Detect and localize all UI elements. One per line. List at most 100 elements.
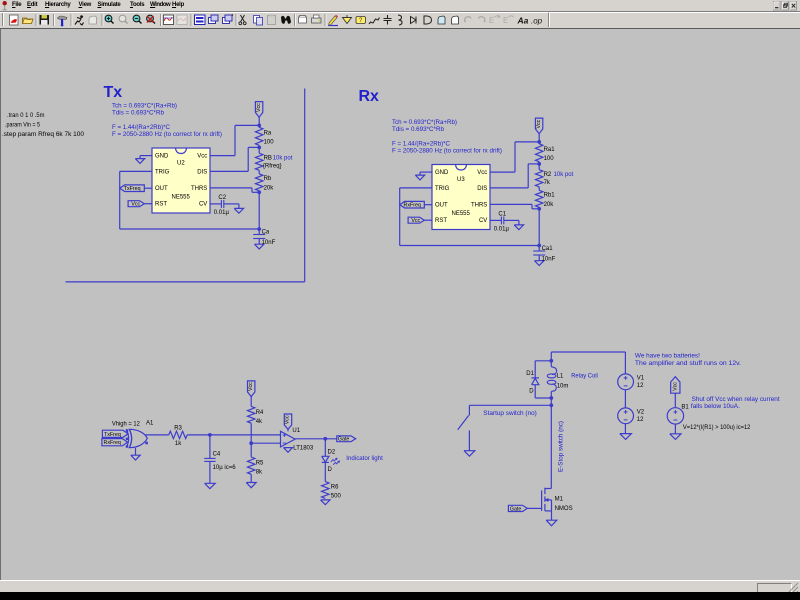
svg-text:U2: U2 (177, 161, 185, 167)
svg-text:Tch = 0.693*C*(Ra+Rb): Tch = 0.693*C*(Ra+Rb) (112, 104, 177, 110)
svg-text:R4: R4 (256, 410, 264, 416)
svg-text:20k: 20k (544, 202, 555, 208)
svg-text:R6: R6 (331, 484, 339, 490)
svg-text:Vcc: Vcc (248, 382, 254, 391)
svg-text:F = 1.44/(Ra+2Rb)*C: F = 1.44/(Ra+2Rb)*C (112, 125, 171, 131)
svg-text:Vcc: Vcc (285, 415, 291, 424)
svg-text:7k: 7k (544, 180, 551, 186)
svg-text:We have two batteries!: We have two batteries! (635, 354, 700, 360)
svg-text:0.01µ: 0.01µ (214, 210, 230, 216)
svg-text:C2: C2 (218, 195, 226, 201)
svg-text:R2: R2 (544, 172, 552, 178)
svg-text:CV: CV (199, 202, 207, 208)
svg-text:100: 100 (544, 156, 555, 162)
svg-text:L1: L1 (557, 374, 564, 380)
svg-text:Ca1: Ca1 (542, 246, 554, 252)
svg-text:GND: GND (435, 170, 449, 176)
svg-text:Gate: Gate (510, 506, 522, 512)
svg-text:.step param Rfreq 6k 7k 100: .step param Rfreq 6k 7k 100 (2, 131, 85, 138)
svg-text:.param Vin = 5: .param Vin = 5 (5, 122, 40, 129)
svg-text:Ra: Ra (264, 130, 272, 136)
svg-text:TRIG: TRIG (435, 186, 450, 192)
svg-text:RST: RST (435, 218, 447, 224)
svg-text:E: E (503, 16, 508, 25)
svg-text:Relay Coil: Relay Coil (571, 374, 598, 380)
svg-text:Vhigh = 12: Vhigh = 12 (112, 421, 141, 427)
svg-text:Vcc: Vcc (477, 170, 487, 176)
svg-text:U3: U3 (457, 177, 465, 183)
svg-text:E: E (489, 16, 494, 25)
svg-text:Ra1: Ra1 (544, 147, 556, 153)
svg-text:10µ ic=6: 10µ ic=6 (213, 465, 237, 471)
svg-text:.op: .op (531, 17, 543, 26)
svg-text:NMOS: NMOS (555, 506, 573, 512)
svg-text:Startup switch (no): Startup switch (no) (483, 411, 537, 417)
svg-text:Aa: Aa (517, 16, 529, 26)
svg-text:THRS: THRS (471, 202, 487, 208)
svg-text:10nF: 10nF (262, 240, 276, 246)
svg-text:Shut off Vcc when relay curren: Shut off Vcc when relay current (692, 397, 780, 403)
svg-text:V=12*(I(R1) > 100u) ic=12: V=12*(I(R1) > 100u) ic=12 (683, 425, 751, 431)
svg-text:NE555: NE555 (452, 211, 471, 217)
svg-text:TxFreq: TxFreq (124, 186, 141, 192)
svg-text:F = 1.44/(Ra+2Rb)*C: F = 1.44/(Ra+2Rb)*C (392, 141, 451, 147)
svg-text:Vcc: Vcc (131, 202, 140, 208)
svg-text:10nF: 10nF (542, 257, 556, 263)
svg-text:.tran 0 1 0 .5m: .tran 0 1 0 .5m (7, 112, 45, 119)
svg-text:20k: 20k (264, 185, 275, 191)
svg-text:RxFreq: RxFreq (404, 203, 421, 209)
svg-text:Vcc: Vcc (536, 119, 542, 128)
svg-text:B1: B1 (681, 404, 689, 410)
svg-text:V1: V1 (637, 376, 645, 382)
svg-text:Ca: Ca (262, 229, 270, 235)
svg-text:U1: U1 (292, 428, 300, 434)
svg-text:E-Stop switch (nc): E-Stop switch (nc) (559, 421, 565, 472)
svg-text:10k pot: 10k pot (554, 172, 574, 178)
svg-text:Tch = 0.693*C*(Ra+Rb): Tch = 0.693*C*(Ra+Rb) (392, 120, 457, 126)
svg-text:Rb1: Rb1 (544, 193, 556, 199)
svg-text:TRIG: TRIG (155, 169, 170, 175)
svg-text:Rx: Rx (359, 88, 380, 105)
svg-text:D1: D1 (526, 371, 534, 377)
svg-text:LT1803: LT1803 (293, 446, 314, 452)
svg-text:CV: CV (479, 218, 487, 224)
svg-text:12: 12 (637, 417, 644, 423)
svg-text:F = 2050-2880 Hz (to correct f: F = 2050-2880 Hz (to correct for rx drif… (112, 132, 222, 138)
svg-text:D: D (529, 389, 534, 395)
svg-text:M1: M1 (555, 496, 564, 502)
svg-text:F = 2050-2880 Hz (to correct f: F = 2050-2880 Hz (to correct for rx drif… (392, 149, 502, 155)
svg-text:Tdis = 0.693*C*Rb: Tdis = 0.693*C*Rb (112, 111, 165, 117)
svg-text:D2: D2 (328, 449, 336, 455)
svg-text:THRS: THRS (191, 186, 207, 192)
svg-text:R5: R5 (256, 461, 264, 467)
svg-text:Vcc: Vcc (197, 153, 207, 159)
svg-text:Gate: Gate (338, 437, 350, 443)
svg-text:Vcc: Vcc (411, 218, 420, 224)
svg-text:Indicator light: Indicator light (346, 456, 383, 462)
svg-text:The amplifier and stuff runs o: The amplifier and stuff runs on 12v. (635, 361, 741, 367)
svg-text:V2: V2 (637, 410, 645, 416)
svg-text:RxFreq: RxFreq (104, 440, 121, 446)
svg-text:Rb: Rb (264, 176, 272, 182)
svg-text:RB: RB (264, 155, 272, 161)
svg-text:12: 12 (637, 383, 644, 389)
svg-text:DIS: DIS (477, 186, 487, 192)
svg-text:100: 100 (264, 140, 275, 146)
svg-text:R3: R3 (174, 425, 182, 431)
svg-text:OUT: OUT (155, 186, 168, 192)
svg-text:Vcc: Vcc (256, 103, 262, 112)
svg-text:500: 500 (331, 494, 342, 500)
svg-text:GND: GND (155, 153, 169, 159)
svg-text:0.01µ: 0.01µ (494, 227, 510, 233)
svg-text:Tdis = 0.693*C*Rb: Tdis = 0.693*C*Rb (392, 127, 445, 133)
svg-text:falls below 10uA.: falls below 10uA. (691, 404, 740, 410)
svg-text:NE555: NE555 (172, 194, 191, 200)
svg-text:RST: RST (155, 202, 167, 208)
svg-text:Tx: Tx (104, 84, 123, 101)
svg-text:OUT: OUT (435, 202, 448, 208)
svg-text:8k: 8k (256, 470, 263, 476)
svg-text:4k: 4k (256, 419, 263, 425)
svg-text:TxFreq: TxFreq (104, 432, 121, 438)
svg-text:1k: 1k (175, 441, 182, 447)
svg-text:A1: A1 (146, 421, 154, 427)
